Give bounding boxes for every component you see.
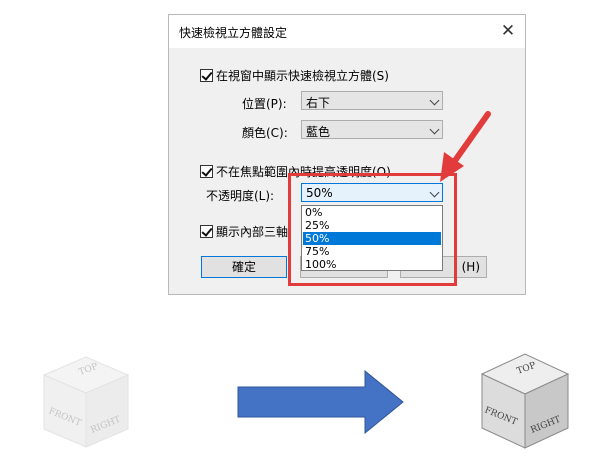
dialog-title: 快速檢視立方體設定 xyxy=(179,26,288,40)
show-axes-checkbox[interactable] xyxy=(200,225,213,238)
annotation-arrow-icon xyxy=(440,111,491,182)
faded-view-cube-icon: TOP FRONT RIGHT xyxy=(42,356,130,448)
color-label: 顏色(C): xyxy=(242,126,288,140)
position-value: 右下 xyxy=(306,96,331,110)
transition-arrow-icon xyxy=(237,370,404,434)
transparency-checkbox[interactable] xyxy=(200,165,213,178)
annotation-highlight-box xyxy=(288,173,457,286)
color-value: 藍色 xyxy=(306,125,331,139)
chevron-down-icon xyxy=(429,95,440,106)
show-cube-label: 在視窗中顯示快速檢視立方體(S) xyxy=(216,69,389,83)
ok-button[interactable]: 確定 xyxy=(201,256,287,278)
show-axes-label: 顯示內部三軸 xyxy=(216,225,289,239)
opacity-label: 不透明度(L): xyxy=(206,189,275,203)
position-select[interactable]: 右下 xyxy=(301,91,443,110)
view-cube-icon: TOP FRONT RIGHT xyxy=(480,353,570,449)
title-bar: 快速檢視立方體設定 ✕ xyxy=(169,15,525,48)
position-label: 位置(P): xyxy=(242,97,287,111)
show-axes-checkbox-row[interactable]: 顯示內部三軸 xyxy=(200,223,288,240)
show-cube-checkbox[interactable] xyxy=(200,69,213,82)
show-cube-checkbox-row[interactable]: 在視窗中顯示快速檢視立方體(S) xyxy=(200,67,389,84)
close-icon[interactable]: ✕ xyxy=(497,20,519,42)
color-select[interactable]: 藍色 xyxy=(301,120,443,139)
